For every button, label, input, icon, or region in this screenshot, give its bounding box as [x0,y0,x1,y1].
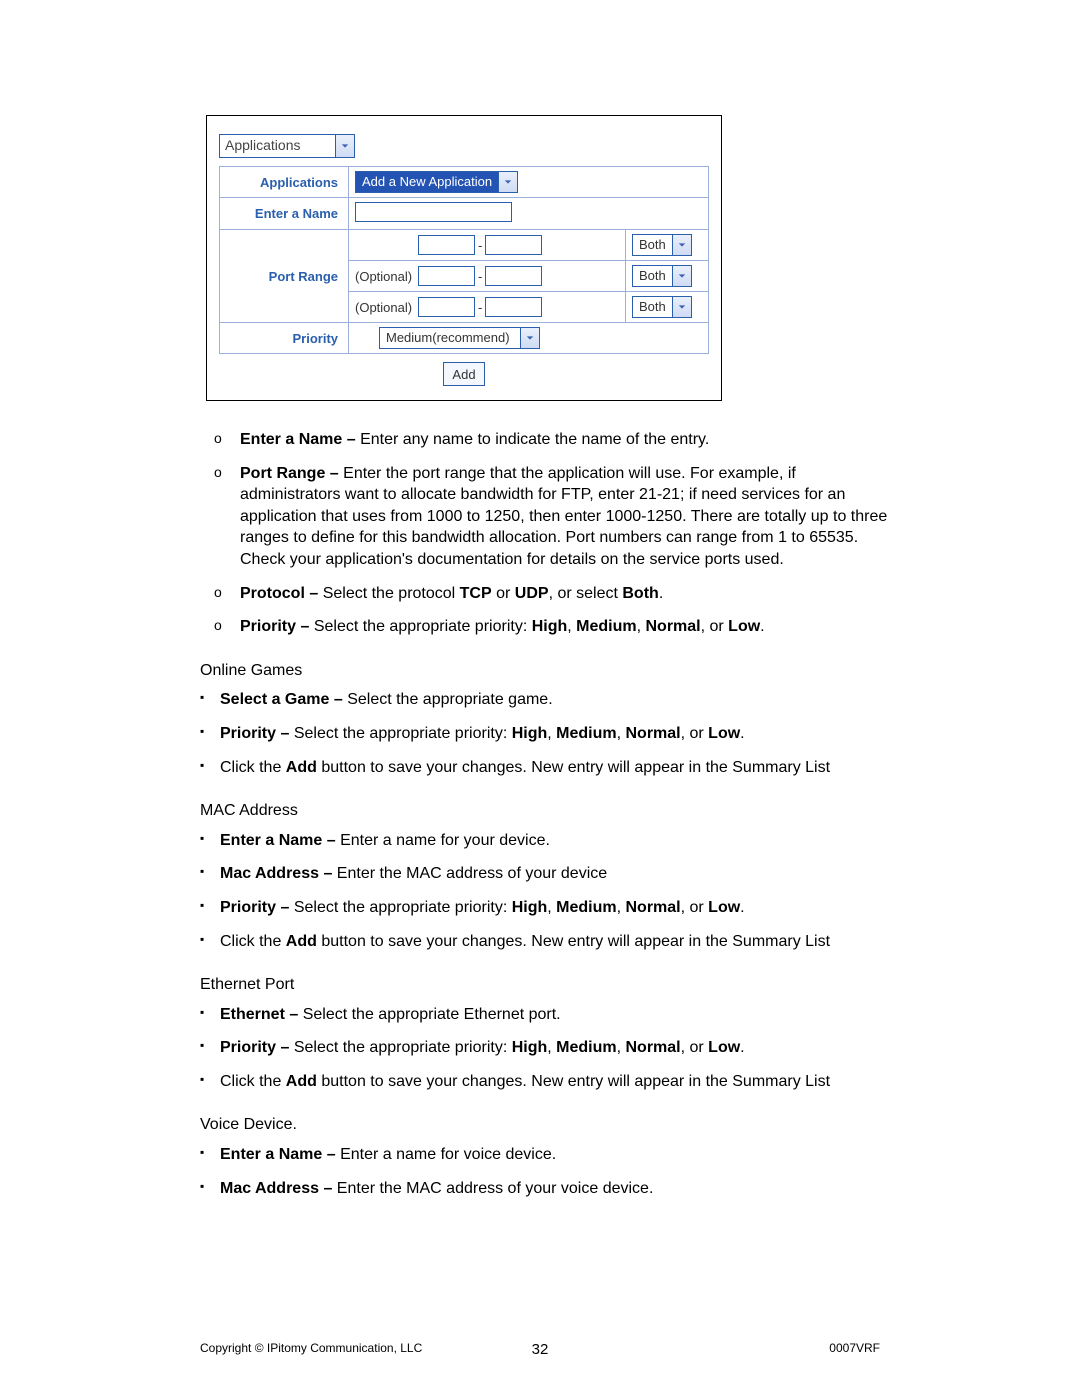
chevron-down-icon[interactable] [672,266,691,286]
applications-form-table: Applications Add a New Application Enter… [219,166,709,354]
optional-label: (Optional) [355,300,418,315]
field-descriptions: Enter a Name – Enter any name to indicat… [240,429,895,638]
desc-enter-name: Enter a Name – Enter any name to indicat… [240,429,895,451]
category-dropdown-value: Applications [220,135,335,157]
section-ethernet-port: Ethernet Port [200,974,895,996]
list-item: Enter a Name – Enter a name for voice de… [220,1144,895,1166]
applications-label: Applications [220,167,349,198]
name-input[interactable] [355,202,512,222]
enter-name-label: Enter a Name [220,198,349,230]
desc-protocol: Protocol – Select the protocol TCP or UD… [240,583,895,605]
category-dropdown[interactable]: Applications [219,134,355,158]
optional-label: (Optional) [355,269,418,284]
desc-priority: Priority – Select the appropriate priori… [240,616,895,638]
add-button[interactable]: Add [443,362,485,386]
list-item: Enter a Name – Enter a name for your dev… [220,830,895,852]
list-item: Priority – Select the appropriate priori… [220,1037,895,1059]
list-item: Click the Add button to save your change… [220,1071,895,1093]
list-item: Select a Game – Select the appropriate g… [220,689,895,711]
port-from-input-1[interactable] [418,235,475,255]
chevron-down-icon[interactable] [520,328,539,348]
chevron-down-icon[interactable] [672,297,691,317]
protocol-dropdown-1[interactable]: Both [632,234,692,256]
applications-dropdown-value: Add a New Application [356,172,498,192]
chevron-down-icon[interactable] [672,235,691,255]
list-item: Click the Add button to save your change… [220,757,895,779]
port-from-input-2[interactable] [418,266,475,286]
desc-port-range: Port Range – Enter the port range that t… [240,463,895,571]
port-to-input-1[interactable] [485,235,542,255]
applications-dropdown[interactable]: Add a New Application [355,171,518,193]
chevron-down-icon[interactable] [335,135,354,157]
page-footer: Copyright © IPitomy Communication, LLC 3… [0,1341,1080,1355]
section-mac-address: MAC Address [200,800,895,822]
chevron-down-icon[interactable] [498,172,517,192]
port-to-input-2[interactable] [485,266,542,286]
priority-dropdown[interactable]: Medium(recommend) [379,327,540,349]
priority-label: Priority [220,323,349,354]
list-item: Click the Add button to save your change… [220,931,895,953]
protocol-dropdown-2[interactable]: Both [632,265,692,287]
list-item: Mac Address – Enter the MAC address of y… [220,1178,895,1200]
list-item: Priority – Select the appropriate priori… [220,897,895,919]
port-to-input-3[interactable] [485,297,542,317]
footer-docid: 0007VRF [829,1341,880,1355]
qos-applications-panel: Applications Applications Add a New Appl… [206,115,722,401]
page-number: 32 [532,1341,549,1358]
list-item: Ethernet – Select the appropriate Ethern… [220,1004,895,1026]
port-from-input-3[interactable] [418,297,475,317]
section-online-games: Online Games [200,660,895,682]
port-range-label: Port Range [220,230,349,323]
protocol-dropdown-3[interactable]: Both [632,296,692,318]
section-voice-device: Voice Device. [200,1114,895,1136]
footer-copyright: Copyright © IPitomy Communication, LLC [200,1341,422,1355]
list-item: Priority – Select the appropriate priori… [220,723,895,745]
list-item: Mac Address – Enter the MAC address of y… [220,863,895,885]
